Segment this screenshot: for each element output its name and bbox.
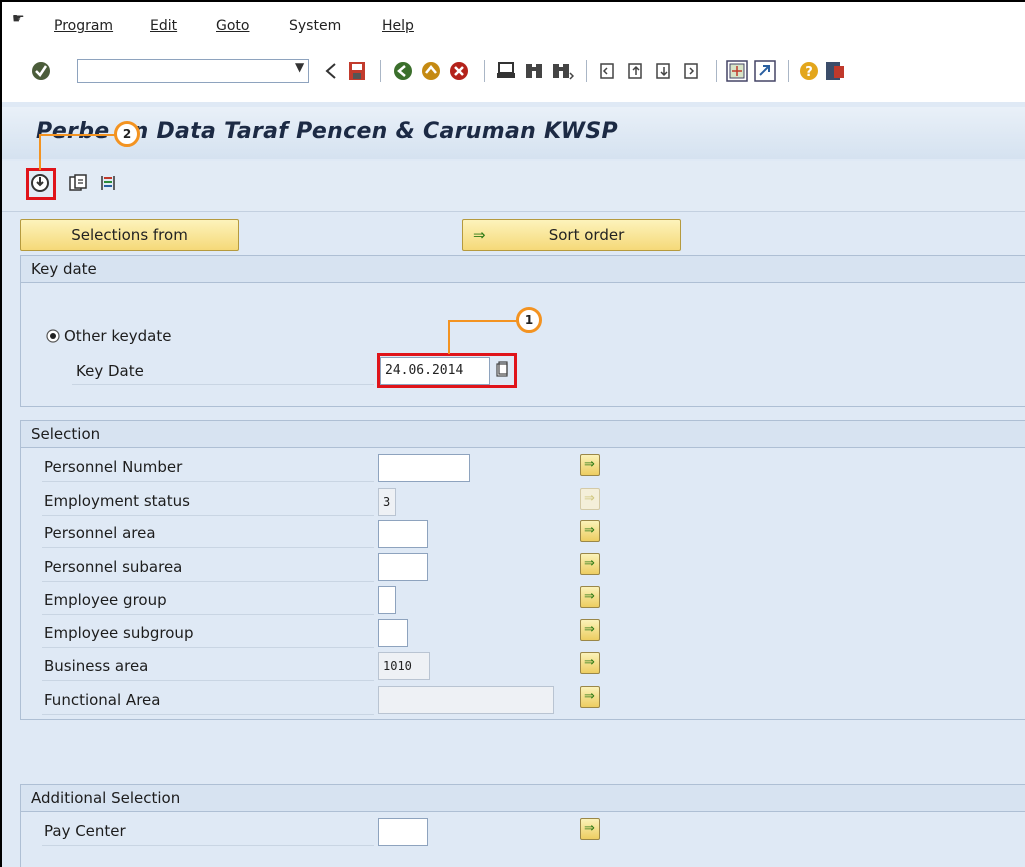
menu-edit[interactable]: Edit (150, 18, 177, 34)
row-underline (42, 614, 374, 615)
sort-order-arrow-icon: ⇒ (473, 226, 486, 244)
key-date-label-underline (72, 384, 374, 385)
employee-subgroup-multiselect-button[interactable] (580, 619, 600, 641)
selections-from-button[interactable]: Selections from (20, 219, 239, 251)
last-page-icon[interactable] (682, 61, 702, 81)
menu-bar: ☛ Program Edit Goto System Help (2, 2, 1025, 44)
first-page-icon[interactable] (598, 61, 618, 81)
other-keydate-label: Other keydate (64, 327, 172, 345)
personnel-subarea-multiselect-button[interactable] (580, 553, 600, 575)
toolbar-separator (586, 60, 587, 82)
additional-selection-header: Additional Selection (20, 784, 1025, 812)
sort-order-label: Sort order (548, 226, 625, 244)
functional-area-label: Functional Area (44, 691, 161, 709)
callout-1: 1 (516, 307, 542, 333)
shortcut-icon[interactable] (754, 60, 776, 82)
svg-text:?: ? (805, 65, 813, 80)
callout-line (39, 134, 121, 136)
personnel-area-label: Personnel area (44, 524, 156, 542)
personnel-number-input[interactable] (378, 454, 470, 482)
application-toolbar (2, 161, 1025, 212)
row-underline (42, 515, 374, 516)
sort-order-button[interactable]: ⇒ Sort order (462, 219, 681, 251)
employee-group-label: Employee group (44, 591, 167, 609)
callout-line (448, 320, 450, 354)
menu-help[interactable]: Help (382, 18, 414, 34)
employee-group-input[interactable] (378, 586, 396, 614)
cancel-icon[interactable] (448, 60, 470, 82)
row-underline (42, 581, 374, 582)
pay-center-label: Pay Center (44, 822, 126, 840)
employment-status-field: 3 (378, 488, 396, 516)
key-date-highlight-box (377, 353, 517, 388)
other-keydate-radio[interactable] (45, 328, 61, 344)
row-underline (42, 481, 374, 482)
enter-icon[interactable] (30, 60, 52, 82)
print-icon[interactable] (496, 61, 516, 81)
personnel-number-multiselect-button[interactable] (580, 454, 600, 476)
personnel-subarea-input[interactable] (378, 553, 428, 581)
personnel-subarea-label: Personnel subarea (44, 558, 183, 576)
business-area-field: 1010 (378, 652, 430, 680)
new-session-icon[interactable] (726, 60, 748, 82)
menu-system[interactable]: System (289, 18, 341, 34)
employment-status-multiselect-button (580, 488, 600, 510)
row-underline (42, 680, 374, 681)
toolbar-separator (380, 60, 381, 82)
selection-header: Selection (20, 420, 1025, 448)
next-page-icon[interactable] (654, 61, 674, 81)
row-underline (42, 845, 374, 846)
prev-page-icon[interactable] (626, 61, 646, 81)
business-area-multiselect-button[interactable] (580, 652, 600, 674)
callout-2: 2 (114, 121, 140, 147)
functional-area-field (378, 686, 554, 714)
employee-group-multiselect-button[interactable] (580, 586, 600, 608)
save-icon[interactable] (348, 61, 366, 81)
pay-center-multiselect-button[interactable] (580, 818, 600, 840)
personnel-area-multiselect-button[interactable] (580, 520, 600, 542)
menu-goto[interactable]: Goto (216, 18, 249, 34)
exit-icon[interactable] (420, 60, 442, 82)
layout-icon[interactable] (824, 60, 846, 82)
execute-highlight-box (26, 168, 56, 200)
key-date-label: Key Date (76, 362, 144, 380)
row-underline (42, 714, 374, 715)
command-field[interactable] (77, 59, 309, 83)
get-variant-icon[interactable] (68, 173, 88, 193)
back-circle-icon[interactable] (392, 60, 414, 82)
pay-center-input[interactable] (378, 818, 428, 846)
command-dropdown-icon[interactable]: ▼ (295, 60, 304, 74)
key-date-header: Key date (20, 255, 1025, 283)
sap-window: ☛ Program Edit Goto System Help ▼ ? Perb… (0, 0, 1025, 867)
find-icon[interactable] (524, 61, 544, 81)
employment-status-label: Employment status (44, 492, 190, 510)
menu-program[interactable]: Program (54, 18, 113, 34)
employee-subgroup-input[interactable] (378, 619, 408, 647)
find-next-icon[interactable] (552, 61, 574, 81)
menu-window-icon[interactable]: ☛ (12, 12, 26, 26)
functional-area-multiselect-button[interactable] (580, 686, 600, 708)
employee-subgroup-label: Employee subgroup (44, 624, 194, 642)
selection-options-icon[interactable] (98, 173, 118, 193)
toolbar-separator (716, 60, 717, 82)
back-icon[interactable] (324, 62, 338, 80)
toolbar-separator (788, 60, 789, 82)
personnel-area-input[interactable] (378, 520, 428, 548)
help-icon[interactable]: ? (798, 60, 820, 82)
callout-line (448, 320, 518, 322)
business-area-label: Business area (44, 657, 149, 675)
toolbar-separator (484, 60, 485, 82)
callout-line (39, 134, 41, 170)
personnel-number-label: Personnel Number (44, 458, 183, 476)
row-underline (42, 547, 374, 548)
row-underline (42, 647, 374, 648)
